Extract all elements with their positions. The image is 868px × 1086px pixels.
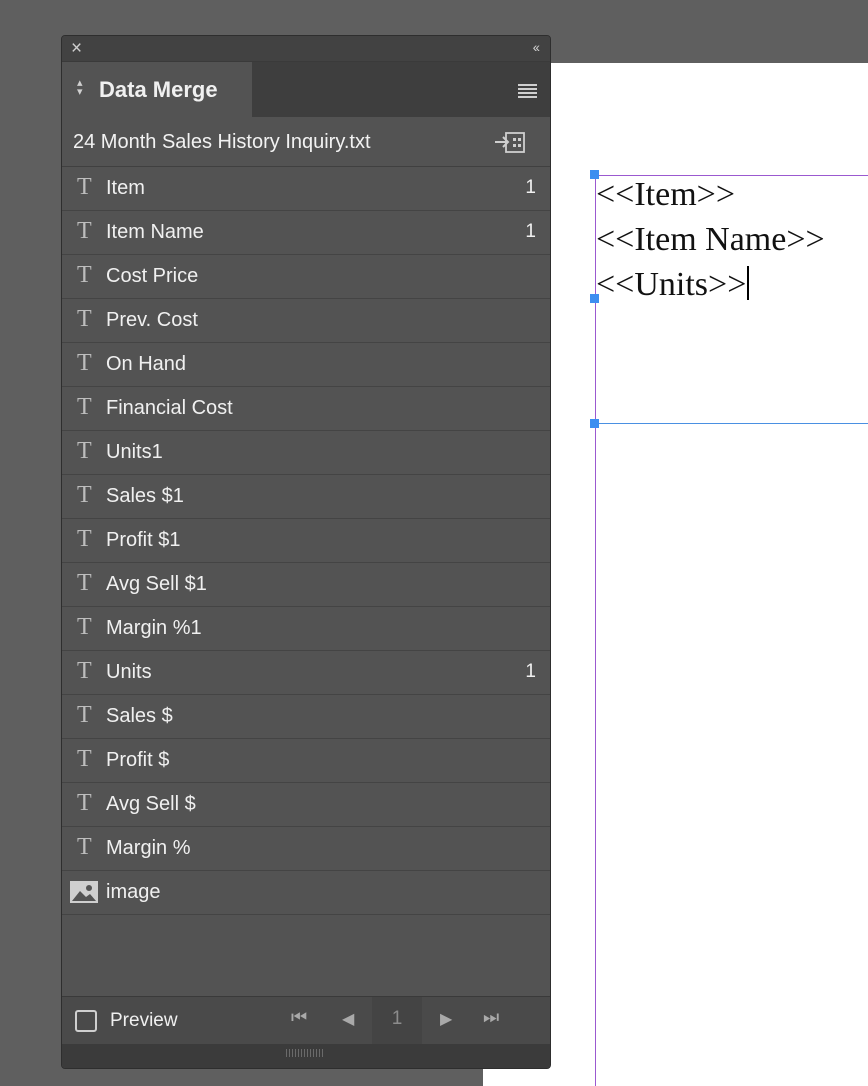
- field-name: Financial Cost: [106, 397, 233, 419]
- field-row[interactable]: T Sales $: [62, 695, 550, 739]
- field-row[interactable]: T Financial Cost: [62, 387, 550, 431]
- field-name: Margin %1: [106, 617, 202, 639]
- field-row[interactable]: T On Hand: [62, 343, 550, 387]
- panel-menu-icon[interactable]: [518, 84, 537, 100]
- field-name: Avg Sell $1: [106, 573, 207, 595]
- tab-expand-icon[interactable]: ▴ ▾: [77, 78, 83, 98]
- field-name: Units: [106, 661, 152, 683]
- previous-record-button[interactable]: ◀: [342, 1009, 354, 1029]
- text-field-icon: T: [77, 790, 92, 816]
- preview-checkbox[interactable]: [75, 1010, 97, 1032]
- field-name: Profit $: [106, 749, 170, 771]
- close-icon[interactable]: ×: [71, 39, 82, 59]
- text-field-icon: T: [77, 350, 92, 376]
- field-name: Units1: [106, 441, 163, 463]
- field-usage-count: 1: [525, 661, 536, 682]
- frame-bottom-edge: [595, 423, 868, 424]
- field-row[interactable]: T Margin %1: [62, 607, 550, 651]
- data-source-row: 24 Month Sales History Inquiry.txt: [62, 117, 550, 167]
- preview-label: Preview: [110, 1010, 178, 1031]
- tab-data-merge[interactable]: ▴ ▾ Data Merge: [62, 62, 252, 117]
- text-field-icon: T: [77, 306, 92, 332]
- field-row[interactable]: T Profit $: [62, 739, 550, 783]
- text-field-icon: T: [77, 834, 92, 860]
- field-name: image: [106, 881, 161, 903]
- text-field-icon: T: [77, 218, 92, 244]
- text-field-icon: T: [77, 702, 92, 728]
- record-number-field[interactable]: 1: [372, 997, 422, 1045]
- field-list: T Item 1 T Item Name 1 T Cost Price T Prev. Cost T…: [62, 167, 550, 915]
- text-field-icon: T: [77, 614, 92, 640]
- field-row[interactable]: T Sales $1: [62, 475, 550, 519]
- field-row[interactable]: T Cost Price: [62, 255, 550, 299]
- frame-text[interactable]: <<Item>> <<Item Name>> <<Units>>: [596, 172, 825, 307]
- grip-lines: [286, 1049, 324, 1057]
- tab-title: Data Merge: [99, 77, 218, 102]
- field-row[interactable]: T Avg Sell $: [62, 783, 550, 827]
- field-name: Avg Sell $: [106, 793, 196, 815]
- field-usage-count: 1: [525, 177, 536, 198]
- footer-bar: Preview ⏮ ◀ 1 ▶ ⏭: [62, 996, 550, 1045]
- panel-titlebar[interactable]: × ‹‹: [62, 36, 550, 62]
- field-name: Sales $: [106, 705, 173, 727]
- text-field-icon: T: [77, 658, 92, 684]
- field-row[interactable]: image: [62, 871, 550, 915]
- text-field-icon: T: [77, 262, 92, 288]
- text-field-icon: T: [77, 174, 92, 200]
- field-row[interactable]: T Units 1: [62, 651, 550, 695]
- last-record-button[interactable]: ⏭: [483, 1007, 499, 1028]
- field-row[interactable]: T Item Name 1: [62, 211, 550, 255]
- field-row[interactable]: T Margin %: [62, 827, 550, 871]
- resize-grip[interactable]: [62, 1044, 550, 1068]
- text-field-icon: T: [77, 526, 92, 552]
- frame-handle-bottom-left[interactable]: [590, 419, 599, 428]
- text-caret: [747, 266, 750, 300]
- panel-tab-row: ▴ ▾ Data Merge: [62, 62, 550, 117]
- next-record-button[interactable]: ▶: [440, 1009, 452, 1029]
- field-row[interactable]: T Profit $1: [62, 519, 550, 563]
- image-field-icon: [70, 881, 98, 903]
- data-merge-panel: × ‹‹ ▴ ▾ Data Merge 24 Month Sales Histor…: [61, 35, 551, 1069]
- field-name: Item Name: [106, 221, 204, 243]
- field-row[interactable]: T Avg Sell $1: [62, 563, 550, 607]
- data-source-name: 24 Month Sales History Inquiry.txt: [73, 131, 371, 153]
- first-record-button[interactable]: ⏮: [291, 1007, 307, 1028]
- field-row[interactable]: T Prev. Cost: [62, 299, 550, 343]
- field-name: Cost Price: [106, 265, 199, 287]
- field-name: Prev. Cost: [106, 309, 198, 331]
- field-row[interactable]: T Units1: [62, 431, 550, 475]
- field-row[interactable]: T Item 1: [62, 167, 550, 211]
- panel-footer: Preview ⏮ ◀ 1 ▶ ⏭: [62, 996, 550, 1068]
- field-name: On Hand: [106, 353, 187, 375]
- placeholder-units-text: <<Units>>: [596, 266, 747, 303]
- column-guide: [595, 424, 596, 1086]
- field-usage-count: 1: [525, 221, 536, 242]
- text-field-icon: T: [77, 394, 92, 420]
- text-field-icon: T: [77, 482, 92, 508]
- create-merged-document-icon[interactable]: [494, 132, 526, 154]
- placeholder-item-name: <<Item Name>>: [596, 221, 825, 258]
- text-field-icon: T: [77, 570, 92, 596]
- field-name: Margin %: [106, 837, 191, 859]
- field-name: Profit $1: [106, 529, 181, 551]
- placeholder-units: <<Units>>: [596, 262, 825, 307]
- field-name: Item: [106, 177, 145, 199]
- field-name: Sales $1: [106, 485, 184, 507]
- placeholder-item: <<Item>>: [596, 176, 736, 213]
- collapse-panel-icon[interactable]: ‹‹: [533, 39, 540, 55]
- text-field-icon: T: [77, 438, 92, 464]
- text-field-icon: T: [77, 746, 92, 772]
